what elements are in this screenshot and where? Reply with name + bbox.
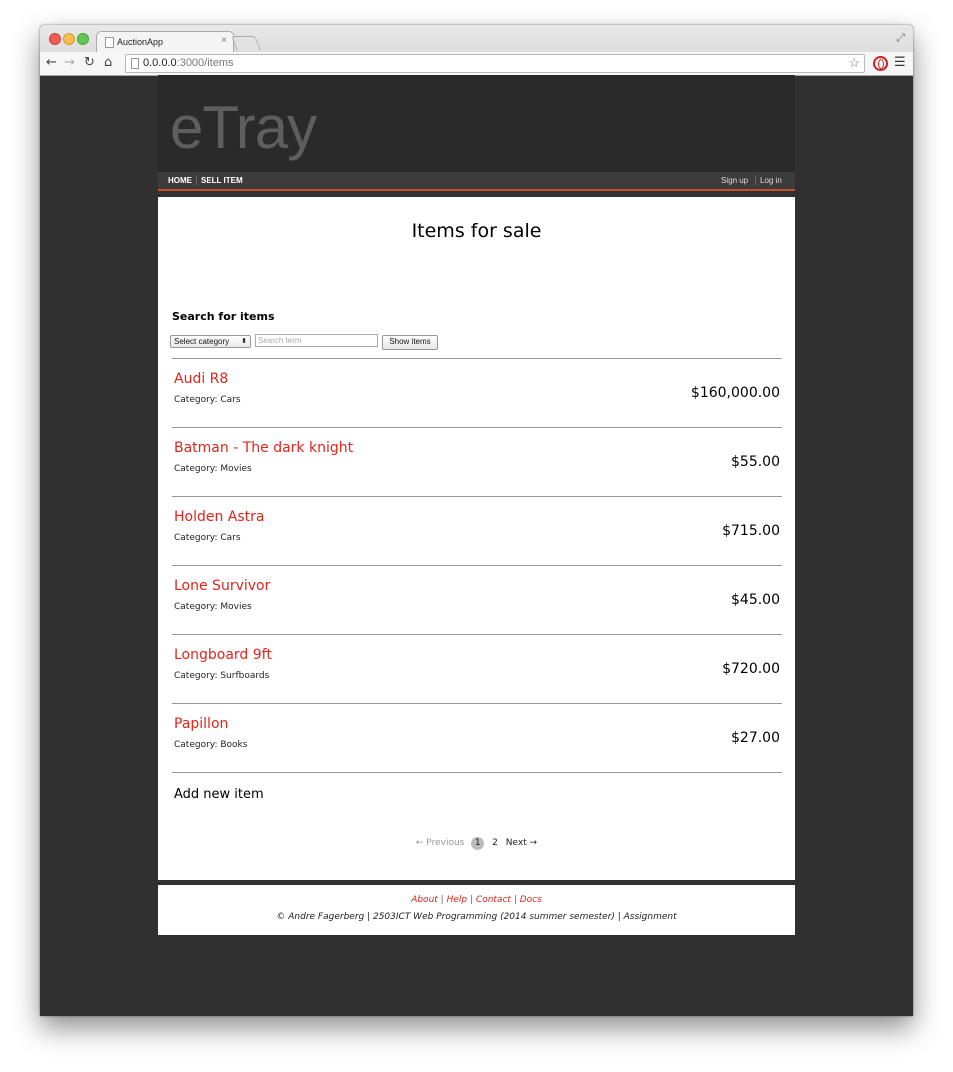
footer: About | Help | Contact | Docs © Andre Fa… — [158, 885, 795, 935]
bookmark-star-icon[interactable]: ☆ — [848, 55, 860, 71]
reload-icon[interactable]: ↻ — [84, 55, 95, 71]
address-bar[interactable]: 0.0.0.0:3000/items ☆ — [125, 54, 865, 73]
zoom-window-button[interactable] — [77, 33, 89, 45]
show-items-button[interactable]: Show items — [382, 335, 438, 350]
category-select-value: Select category — [174, 337, 230, 346]
category-select[interactable]: Select category ⬍ — [170, 335, 251, 348]
footer-links: About | Help | Contact | Docs — [158, 895, 795, 905]
close-window-button[interactable] — [49, 33, 61, 45]
forward-arrow-icon[interactable]: → — [64, 55, 75, 71]
pagination: ← Previous 1 2 Next → — [158, 837, 795, 850]
url-path: :3000/items — [176, 57, 234, 69]
add-new-item-link[interactable]: Add new item — [174, 787, 264, 802]
footer-link-docs[interactable]: Docs — [520, 895, 542, 905]
opera-extension-icon[interactable] — [873, 56, 888, 71]
list-item: Audi R8 Category: Cars $160,000.00 — [172, 359, 782, 428]
page-title: Items for sale — [411, 220, 542, 242]
item-title-link[interactable]: Papillon — [174, 716, 228, 732]
footer-separator: | — [440, 895, 444, 905]
item-category: Category: Cars — [174, 395, 241, 405]
select-arrows-icon: ⬍ — [241, 338, 247, 345]
page-icon — [131, 58, 139, 69]
item-category: Category: Surfboards — [174, 671, 270, 681]
browser-chrome: AuctionApp × ⤢ ← → ↻ ⌂ 0.0.0.0:3000/item… — [40, 25, 913, 76]
list-item: Holden Astra Category: Cars $715.00 — [172, 497, 782, 566]
footer-link-about[interactable]: About — [411, 895, 438, 905]
masthead: eTray — [158, 75, 795, 172]
browser-window: AuctionApp × ⤢ ← → ↻ ⌂ 0.0.0.0:3000/item… — [40, 25, 913, 1016]
nav-log-in[interactable]: Log in — [760, 176, 782, 185]
next-page-link[interactable]: Next → — [506, 838, 537, 848]
footer-link-help[interactable]: Help — [447, 895, 468, 905]
item-title-link[interactable]: Lone Survivor — [174, 578, 270, 594]
site: eTray HOME SELL ITEM Sign up Log in Item… — [158, 75, 795, 935]
page-icon — [105, 37, 114, 48]
previous-page-link: ← Previous — [415, 838, 465, 848]
new-tab-button[interactable] — [231, 36, 261, 50]
item-title-link[interactable]: Longboard 9ft — [174, 647, 272, 663]
footer-separator: | — [513, 895, 517, 905]
list-item: Batman - The dark knight Category: Movie… — [172, 428, 782, 497]
footer-separator: | — [470, 895, 474, 905]
minimize-window-button[interactable] — [63, 33, 75, 45]
browser-tab[interactable]: AuctionApp × — [96, 31, 234, 52]
item-title-link[interactable]: Holden Astra — [174, 509, 265, 525]
item-title-link[interactable]: Audi R8 — [174, 371, 228, 387]
item-price: $55.00 — [731, 454, 780, 470]
item-price: $45.00 — [731, 592, 780, 608]
nav-divider — [755, 175, 756, 185]
nav-sign-up[interactable]: Sign up — [721, 176, 748, 185]
list-item: Lone Survivor Category: Movies $45.00 — [172, 566, 782, 635]
site-logo[interactable]: eTray — [170, 93, 317, 162]
item-category: Category: Books — [174, 740, 248, 750]
current-page: 1 — [471, 837, 485, 850]
item-price: $27.00 — [731, 730, 780, 746]
back-arrow-icon[interactable]: ← — [46, 55, 57, 71]
url-host: 0.0.0.0 — [143, 57, 177, 69]
menu-icon[interactable]: ☰ — [894, 55, 906, 70]
footer-link-contact[interactable]: Contact — [476, 895, 511, 905]
list-item: Papillon Category: Books $27.00 — [172, 704, 782, 773]
tab-title: AuctionApp — [117, 37, 164, 47]
main-content: Items for sale Search for items Select c… — [158, 197, 795, 880]
item-category: Category: Movies — [174, 464, 252, 474]
browser-toolbar: ← → ↻ ⌂ 0.0.0.0:3000/items ☆ ☰ — [40, 52, 913, 75]
search-input[interactable] — [255, 334, 378, 347]
nav-home[interactable]: HOME — [168, 176, 192, 185]
close-tab-icon[interactable]: × — [221, 35, 227, 46]
item-category: Category: Movies — [174, 602, 252, 612]
main-nav: HOME SELL ITEM Sign up Log in — [158, 172, 795, 191]
fullscreen-icon[interactable]: ⤢ — [896, 31, 905, 45]
item-title-link[interactable]: Batman - The dark knight — [174, 440, 353, 456]
url-text[interactable]: 0.0.0.0:3000/items — [143, 57, 234, 69]
home-icon[interactable]: ⌂ — [104, 55, 112, 71]
search-heading: Search for items — [172, 310, 275, 323]
nav-divider — [196, 175, 197, 185]
item-price: $160,000.00 — [690, 385, 780, 401]
footer-credit: © Andre Fagerberg | 2503ICT Web Programm… — [276, 912, 677, 922]
item-list: Audi R8 Category: Cars $160,000.00 Batma… — [172, 358, 782, 773]
item-category: Category: Cars — [174, 533, 241, 543]
item-price: $720.00 — [722, 661, 780, 677]
item-price: $715.00 — [722, 523, 780, 539]
page-2-link[interactable]: 2 — [492, 838, 498, 848]
list-item: Longboard 9ft Category: Surfboards $720.… — [172, 635, 782, 704]
nav-sell-item[interactable]: SELL ITEM — [201, 176, 243, 185]
